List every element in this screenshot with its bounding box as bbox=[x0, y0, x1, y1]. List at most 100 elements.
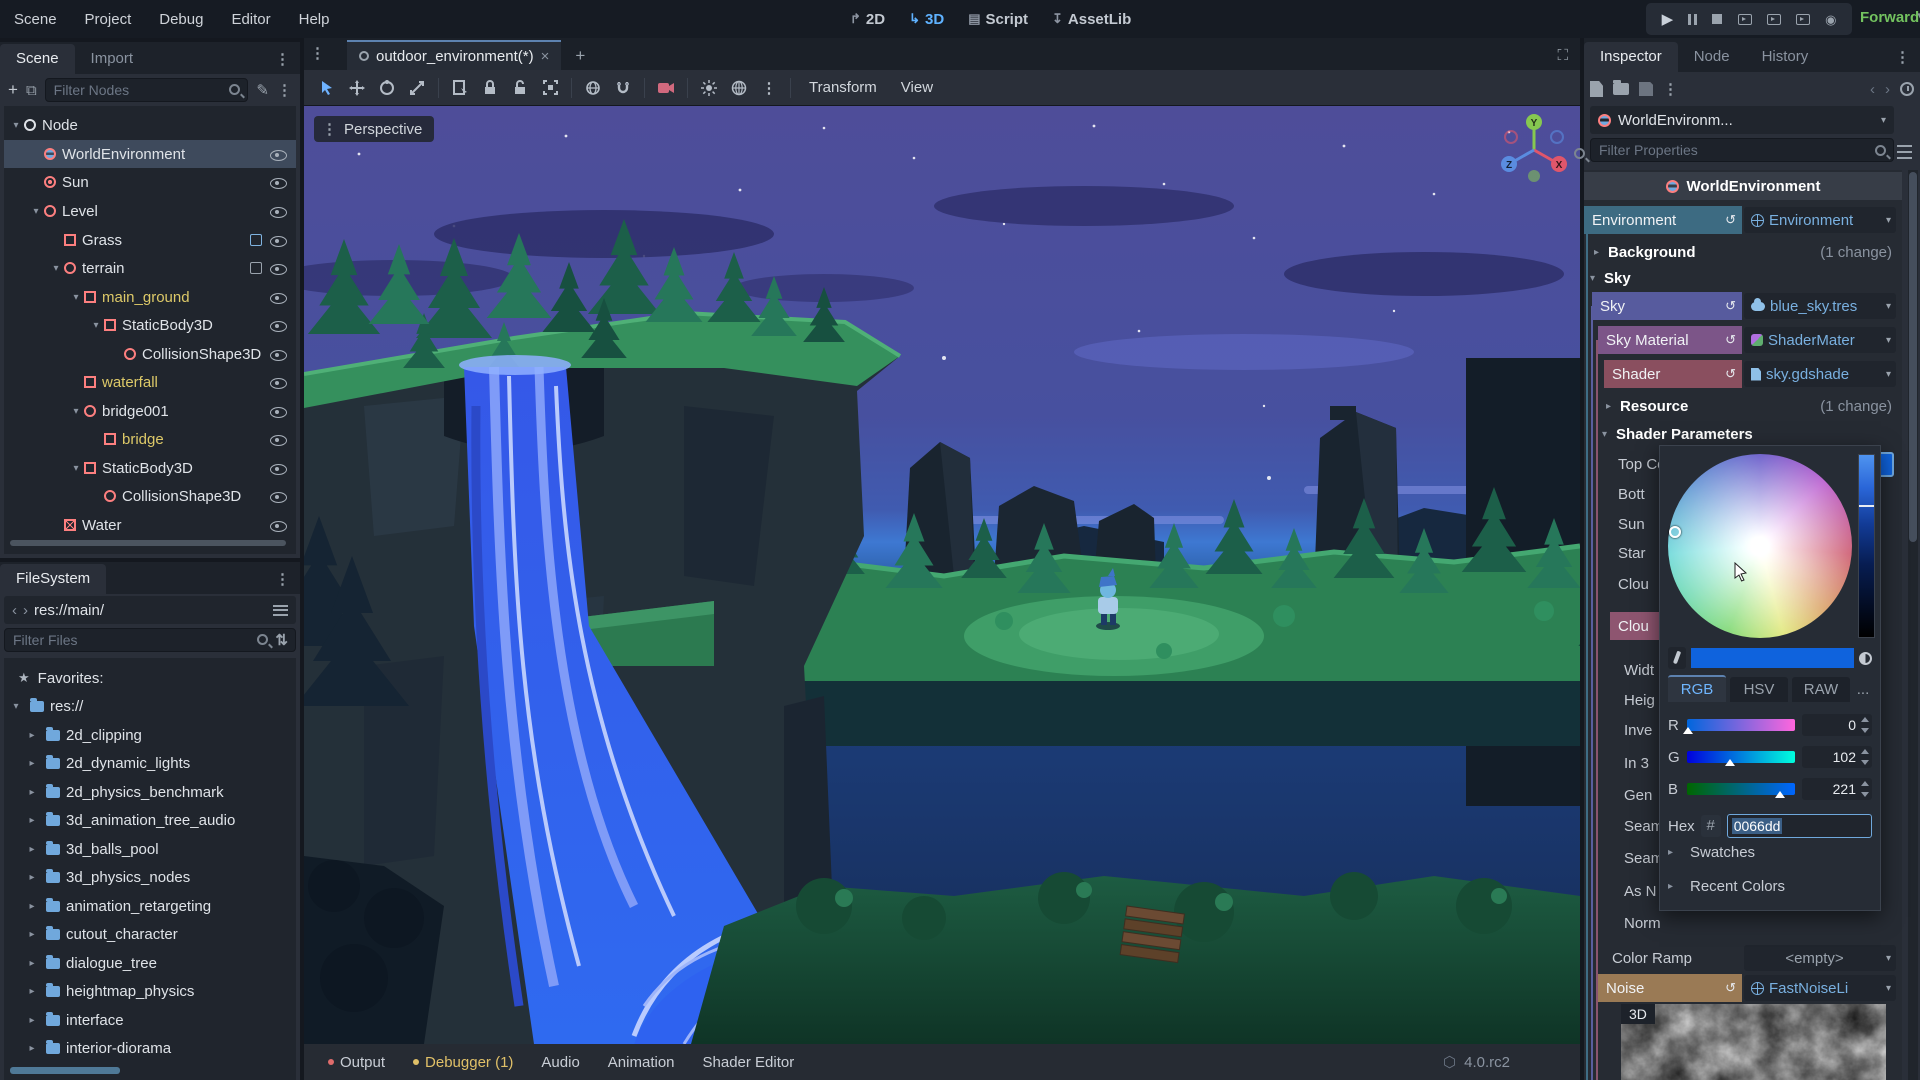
mode-2d[interactable]: ↱ 2D bbox=[838, 11, 897, 28]
tab-history[interactable]: History bbox=[1746, 42, 1825, 72]
category-worldenvironment[interactable]: WorldEnvironment bbox=[1584, 172, 1902, 200]
visibility-eye-icon[interactable] bbox=[269, 403, 287, 420]
expand-viewport-icon[interactable]: ⛶ bbox=[1545, 41, 1580, 70]
color-wheel[interactable] bbox=[1668, 454, 1852, 638]
tree-row-tree-trunk-small[interactable]: ▾tree_trunk_small bbox=[4, 549, 296, 554]
property-environment[interactable]: Environment ↺ Environment ▾ bbox=[1584, 206, 1902, 234]
folder-row[interactable]: ▸ 2d_dynamic_lights bbox=[4, 749, 296, 777]
new-resource-icon[interactable] bbox=[1590, 81, 1603, 97]
red-slider[interactable] bbox=[1683, 719, 1795, 734]
instance-scene-button[interactable]: ⧉ bbox=[26, 82, 37, 99]
filter-nodes-input[interactable] bbox=[44, 78, 249, 102]
filter-properties-input[interactable] bbox=[1590, 138, 1894, 162]
folder-row[interactable]: ▸ interior-diorama bbox=[4, 1034, 296, 1062]
folder-row[interactable]: ▸ 3d_physics_nodes bbox=[4, 863, 296, 891]
history-back-icon[interactable]: ‹ bbox=[12, 602, 17, 619]
property-shader[interactable]: Shader ↺ sky.gdshade ▾ bbox=[1584, 360, 1902, 388]
revert-icon[interactable]: ↺ bbox=[1725, 332, 1736, 348]
visibility-eye-icon[interactable] bbox=[269, 203, 287, 220]
shader-picker[interactable]: sky.gdshade ▾ bbox=[1744, 361, 1896, 387]
scene-tree-options-icon[interactable]: ⋮ bbox=[277, 81, 292, 99]
mode-3d[interactable]: ↳ 3D bbox=[897, 11, 956, 28]
spinner-arrows-icon[interactable] bbox=[1861, 781, 1869, 797]
revert-icon[interactable]: ↺ bbox=[1725, 298, 1736, 314]
noise-resource-picker[interactable]: FastNoiseLi ▾ bbox=[1744, 975, 1896, 1001]
new-scene-tab-button[interactable]: + bbox=[561, 42, 599, 70]
mode-script[interactable]: ▤ Script bbox=[956, 11, 1040, 28]
attach-script-icon[interactable]: ✎ bbox=[256, 81, 269, 99]
view-menu[interactable]: View bbox=[891, 79, 943, 96]
res-root-row[interactable]: ▾ res:// bbox=[4, 692, 296, 720]
mode-assetlib[interactable]: ↧ AssetLib bbox=[1040, 11, 1143, 28]
tab-scene[interactable]: Scene bbox=[0, 44, 75, 74]
eyedropper-icon[interactable] bbox=[1668, 647, 1686, 669]
favorites-row[interactable]: ★ Favorites: bbox=[4, 664, 296, 692]
tab-hsv[interactable]: HSV bbox=[1730, 677, 1788, 702]
play-button[interactable]: ▶ bbox=[1662, 12, 1674, 27]
color-ramp-picker[interactable]: <empty> ▾ bbox=[1744, 945, 1896, 971]
sort-files-icon[interactable]: ⇅ bbox=[275, 631, 288, 649]
play-custom-scene-button[interactable] bbox=[1795, 13, 1810, 25]
dock-options-icon[interactable]: ⋮ bbox=[265, 564, 300, 594]
menu-project[interactable]: Project bbox=[71, 11, 146, 28]
play-scene-button[interactable] bbox=[1766, 13, 1781, 25]
dock-options-icon[interactable]: ⋮ bbox=[265, 44, 300, 74]
property-sky[interactable]: Sky ↺ blue_sky.tres ▾ bbox=[1584, 292, 1902, 320]
selectable-list-icon[interactable] bbox=[447, 75, 473, 101]
visibility-eye-icon[interactable] bbox=[269, 260, 287, 277]
visibility-eye-icon[interactable] bbox=[269, 488, 287, 505]
property-sky-material[interactable]: Sky Material ↺ ShaderMater ▾ bbox=[1584, 326, 1902, 354]
tree-row-water[interactable]: Water bbox=[4, 511, 296, 539]
lock-icon[interactable] bbox=[477, 75, 503, 101]
environment-settings-icon[interactable] bbox=[726, 75, 752, 101]
tab-rgb[interactable]: RGB bbox=[1668, 675, 1726, 702]
folder-row[interactable]: ▸ cutout_character bbox=[4, 920, 296, 948]
tab-inspector[interactable]: Inspector bbox=[1584, 42, 1678, 72]
unlock-icon[interactable] bbox=[507, 75, 533, 101]
tree-row-level[interactable]: ▾ Level bbox=[4, 197, 296, 225]
property-normalize[interactable]: Norm bbox=[1584, 909, 1902, 937]
visibility-eye-icon[interactable] bbox=[269, 431, 287, 448]
revert-icon[interactable]: ↺ bbox=[1725, 980, 1736, 996]
menu-help[interactable]: Help bbox=[285, 11, 344, 28]
history-forward-icon[interactable]: › bbox=[23, 602, 28, 619]
menu-editor[interactable]: Editor bbox=[217, 11, 284, 28]
green-slider[interactable] bbox=[1687, 751, 1795, 766]
sky-material-picker[interactable]: ShaderMater ▾ bbox=[1744, 327, 1896, 353]
revert-icon[interactable]: ↺ bbox=[1725, 366, 1736, 382]
tab-filesystem[interactable]: FileSystem bbox=[0, 564, 107, 594]
view-axis-gizmo[interactable]: Y X Z bbox=[1496, 110, 1572, 186]
snap-icon[interactable] bbox=[610, 75, 636, 101]
transform-menu[interactable]: Transform bbox=[799, 79, 887, 96]
panel-audio[interactable]: Audio bbox=[529, 1054, 591, 1071]
extra-options-icon[interactable]: ⋮ bbox=[756, 75, 782, 101]
tab-list-icon[interactable]: ⋮ bbox=[304, 38, 327, 70]
resource-options-icon[interactable]: ⋮ bbox=[1663, 80, 1678, 98]
spinner-arrows-icon[interactable] bbox=[1861, 717, 1869, 733]
section-resource[interactable]: ▸ Resource (1 change) bbox=[1584, 392, 1902, 420]
tab-raw[interactable]: RAW bbox=[1792, 677, 1850, 702]
select-tool-icon[interactable] bbox=[314, 75, 340, 101]
color-wheel-indicator[interactable] bbox=[1669, 526, 1681, 538]
tree-row-staticbody[interactable]: ▾ StaticBody3D bbox=[4, 311, 296, 339]
dock-options-icon[interactable]: ⋮ bbox=[1885, 42, 1920, 72]
move-tool-icon[interactable] bbox=[344, 75, 370, 101]
viewport-3d[interactable]: ⋮ Perspective Y X Z bbox=[304, 106, 1580, 1044]
scrollbar-thumb[interactable] bbox=[1909, 172, 1917, 542]
sky-resource-picker[interactable]: blue_sky.tres ▾ bbox=[1744, 293, 1896, 319]
add-node-button[interactable]: + bbox=[8, 80, 18, 100]
rotate-tool-icon[interactable] bbox=[374, 75, 400, 101]
red-value-spinbox[interactable]: 0 bbox=[1802, 714, 1872, 736]
menu-debug[interactable]: Debug bbox=[145, 11, 217, 28]
hex-input[interactable]: 0066dd bbox=[1726, 814, 1872, 838]
folder-row[interactable]: ▸ heightmap_physics bbox=[4, 977, 296, 1005]
section-sky[interactable]: ▾ Sky bbox=[1584, 264, 1902, 292]
property-tools-icon[interactable] bbox=[1897, 145, 1912, 159]
swatches-section[interactable]: ▸ Swatches bbox=[1668, 844, 1755, 861]
tree-row-bridge[interactable]: bridge bbox=[4, 425, 296, 453]
movie-maker-button[interactable]: ◉ bbox=[1825, 13, 1836, 26]
visibility-eye-icon[interactable] bbox=[269, 517, 287, 534]
green-value-spinbox[interactable]: 102 bbox=[1802, 746, 1872, 768]
section-background[interactable]: ▸ Background (1 change) bbox=[1584, 238, 1902, 266]
group-badge-icon[interactable] bbox=[250, 262, 262, 274]
